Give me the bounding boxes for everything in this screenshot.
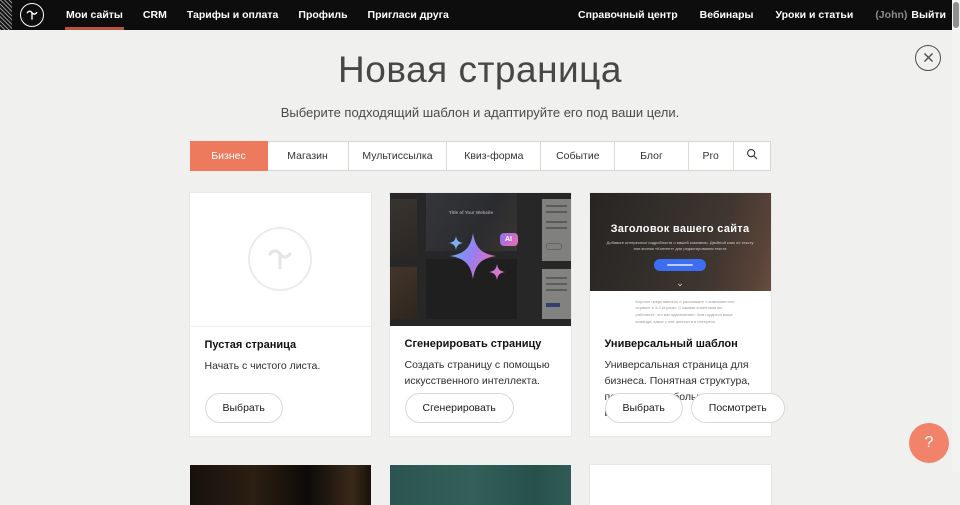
choose-template-button[interactable]: Выбрать bbox=[605, 393, 683, 423]
help-button[interactable]: ? bbox=[909, 423, 949, 463]
template-body-text: Коротко представьтесь и расскажите о ком… bbox=[636, 299, 736, 326]
nav-item-help-center[interactable]: Справочный центр bbox=[567, 0, 689, 30]
nav-item-tariffs[interactable]: Тарифы и оплата bbox=[177, 0, 289, 30]
user-session: (John) Выйти bbox=[864, 0, 946, 30]
main-nav: Мои сайты CRM Тарифы и оплата Профиль Пр… bbox=[56, 0, 459, 30]
template-hero: Заголовок вашего сайта Добавьте интересн… bbox=[590, 193, 771, 291]
template-body-section: Коротко представьтесь и расскажите о ком… bbox=[590, 291, 771, 326]
card-title: Сгенерировать страницу bbox=[405, 338, 556, 350]
blank-page-preview bbox=[190, 193, 371, 327]
tab-blog[interactable]: Блог bbox=[615, 142, 688, 170]
template-headline: Заголовок вашего сайта bbox=[590, 223, 771, 235]
view-template-button[interactable]: Посмотреть bbox=[691, 393, 785, 423]
ai-generate-preview: Title of Your Website bbox=[390, 193, 571, 326]
tab-multilink[interactable]: Мультиссылка bbox=[349, 142, 448, 170]
page-subtitle: Выберите подходящий шаблон и адаптируйте… bbox=[0, 105, 960, 120]
search-icon bbox=[746, 148, 758, 163]
tab-pro[interactable]: Pro bbox=[689, 142, 734, 170]
card-universal-template[interactable]: Заголовок вашего сайта Добавьте интересн… bbox=[590, 193, 771, 436]
scrollbar-thumb[interactable] bbox=[953, 2, 959, 28]
nav-item-crm[interactable]: CRM bbox=[133, 0, 177, 30]
template-cta-button bbox=[654, 259, 706, 271]
ai-badge: AI bbox=[500, 233, 518, 246]
card-blank-page[interactable]: Пустая страница Начать с чистого листа. … bbox=[190, 193, 371, 436]
nav-item-webinars[interactable]: Вебинары bbox=[689, 0, 765, 30]
user-name: (John) bbox=[875, 9, 907, 21]
template-subheadline: Добавьте интересные подробности о вашей … bbox=[606, 240, 754, 253]
tilda-logo-icon[interactable] bbox=[20, 3, 44, 27]
top-navbar: Мои сайты CRM Тарифы и оплата Профиль Пр… bbox=[0, 0, 960, 30]
nav-item-lessons[interactable]: Уроки и статьи bbox=[764, 0, 864, 30]
tab-quiz-form[interactable]: Квиз-форма bbox=[447, 142, 541, 170]
card-partial-teal[interactable] bbox=[390, 465, 571, 505]
close-button[interactable] bbox=[915, 45, 941, 71]
nav-item-profile[interactable]: Профиль bbox=[288, 0, 357, 30]
template-cards-row: Пустая страница Начать с чистого листа. … bbox=[190, 193, 771, 436]
card-description: Начать с чистого листа. bbox=[205, 358, 356, 374]
tab-event[interactable]: Событие bbox=[541, 142, 615, 170]
template-category-tabs: Бизнес Магазин Мультиссылка Квиз-форма С… bbox=[190, 141, 771, 171]
tilda-logo-watermark-icon bbox=[248, 227, 312, 291]
tab-business[interactable]: Бизнес bbox=[190, 141, 268, 171]
tab-shop[interactable]: Магазин bbox=[268, 142, 349, 170]
card-partial-dark[interactable] bbox=[190, 465, 371, 505]
template-cards-row-2 bbox=[190, 465, 771, 505]
nav-item-my-sites[interactable]: Мои сайты bbox=[56, 0, 133, 30]
card-ai-generate[interactable]: Title of Your Website bbox=[390, 193, 571, 436]
card-title: Универсальный шаблон bbox=[605, 338, 756, 350]
secondary-nav: Справочный центр Вебинары Уроки и статьи… bbox=[567, 0, 946, 30]
page-scrollbar[interactable] bbox=[952, 0, 960, 472]
edge-pattern-decoration bbox=[0, 0, 12, 30]
card-title: Пустая страница bbox=[205, 339, 356, 351]
nav-item-invite-friend[interactable]: Пригласи друга bbox=[358, 0, 459, 30]
universal-template-preview: Заголовок вашего сайта Добавьте интересн… bbox=[590, 193, 771, 326]
card-partial-light[interactable] bbox=[590, 465, 771, 505]
sparkle-small-icon bbox=[489, 264, 505, 285]
card-description: Создать страницу с помощью искусственног… bbox=[405, 357, 556, 390]
choose-blank-button[interactable]: Выбрать bbox=[205, 393, 283, 423]
tab-search[interactable] bbox=[734, 142, 770, 170]
chevron-down-icon: ⌄ bbox=[590, 279, 771, 288]
logout-link[interactable]: Выйти bbox=[911, 9, 946, 21]
generate-button[interactable]: Сгенерировать bbox=[405, 393, 514, 423]
close-icon bbox=[923, 51, 934, 66]
